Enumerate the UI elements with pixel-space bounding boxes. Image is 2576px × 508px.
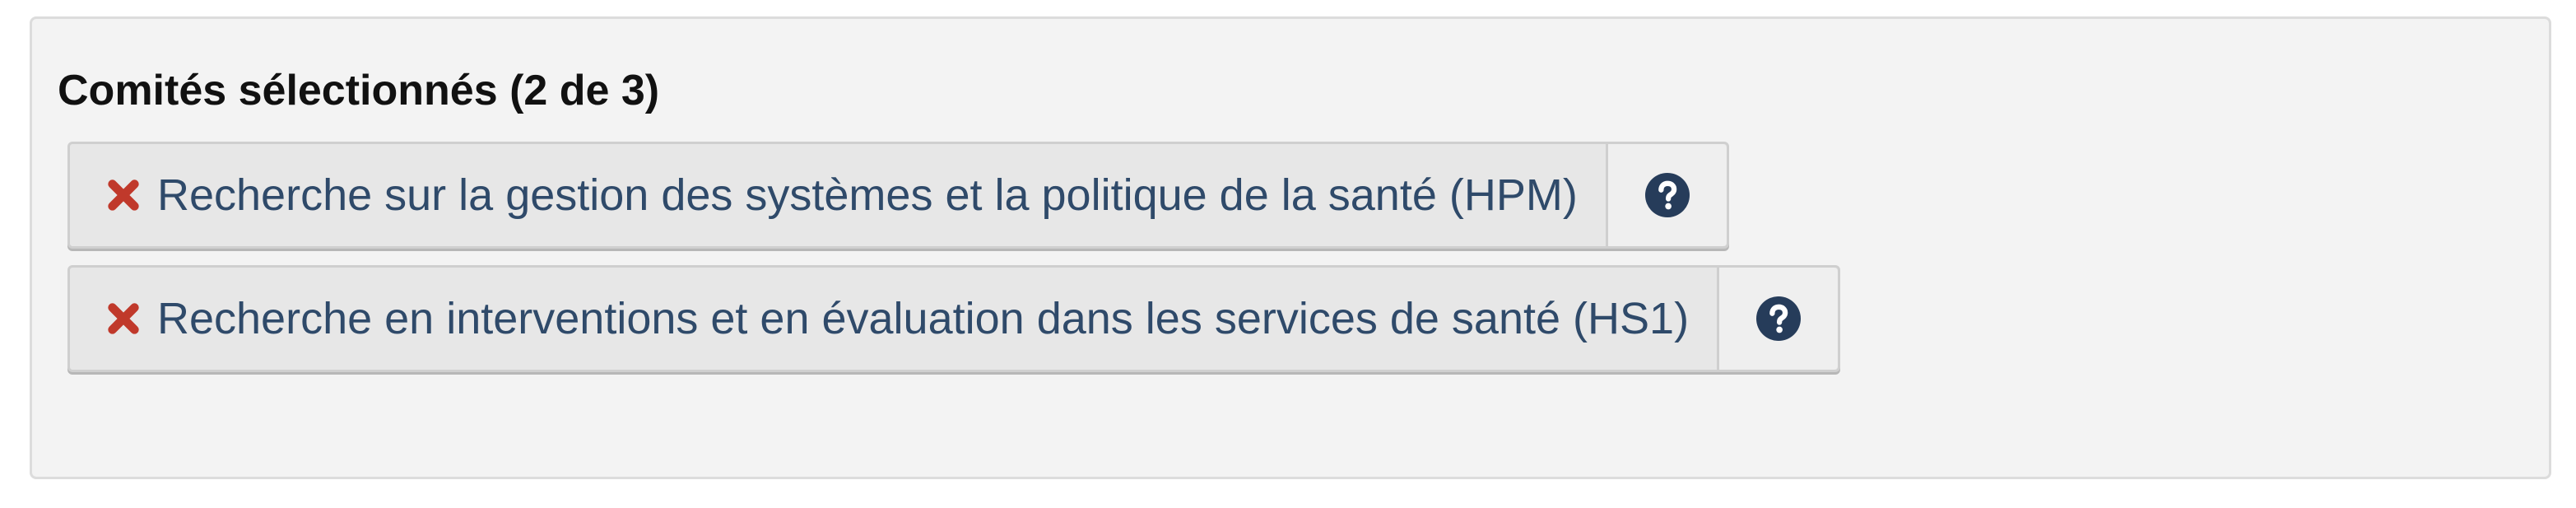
question-circle-icon	[1756, 296, 1802, 341]
selected-committee-chip: Recherche sur la gestion des systèmes et…	[67, 142, 1729, 249]
remove-committee-button[interactable]: Recherche sur la gestion des systèmes et…	[70, 144, 1606, 246]
remove-x-icon	[108, 179, 139, 211]
selected-committee-chip: Recherche en interventions et en évaluat…	[67, 265, 1841, 372]
committee-label: Recherche sur la gestion des systèmes et…	[157, 170, 1578, 220]
question-circle-icon	[1644, 173, 1690, 217]
committee-help-button[interactable]	[1605, 144, 1727, 246]
committee-label: Recherche en interventions et en évaluat…	[157, 294, 1690, 343]
remove-x-icon	[108, 303, 139, 334]
remove-committee-button[interactable]: Recherche en interventions et en évaluat…	[70, 268, 1717, 370]
panel-title: Comités sélectionnés (2 de 3)	[58, 67, 660, 114]
committee-help-button[interactable]	[1717, 268, 1839, 370]
